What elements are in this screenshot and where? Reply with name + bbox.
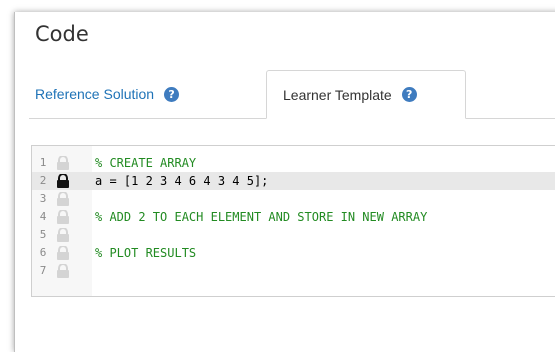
line-number: 2 xyxy=(39,174,47,187)
unlock-icon[interactable] xyxy=(55,209,71,224)
code-line[interactable]: 6 % PLOT RESULTS xyxy=(32,244,555,262)
panel-title: Code xyxy=(35,22,89,46)
tab-reference-solution-label: Reference Solution xyxy=(35,86,155,102)
line-number: 4 xyxy=(39,210,47,223)
unlock-icon[interactable] xyxy=(55,245,71,260)
line-number: 7 xyxy=(39,264,47,277)
code-line[interactable]: 3 xyxy=(32,190,555,208)
code-line[interactable]: 2 a = [1 2 3 4 6 4 3 4 5]; xyxy=(32,172,555,190)
code-line[interactable]: 7 xyxy=(32,262,555,280)
line-number: 3 xyxy=(39,192,47,205)
unlock-icon[interactable] xyxy=(55,227,71,242)
tab-learner-template-label: Learner Template xyxy=(283,86,392,103)
code-text: % CREATE ARRAY xyxy=(95,156,197,170)
code-editor[interactable]: 1 % CREATE ARRAY 2 a = [1 2 3 4 6 4 3 4 5];… xyxy=(31,145,555,297)
line-number: 6 xyxy=(39,246,47,259)
code-panel: Code Reference Solution ? Learner Templa… xyxy=(14,12,555,352)
line-number: 1 xyxy=(39,156,47,169)
tab-learner-template[interactable]: Learner Template ? xyxy=(266,70,466,119)
tab-reference-solution[interactable]: Reference Solution ? xyxy=(35,70,180,118)
line-number: 5 xyxy=(39,228,47,241)
unlock-icon[interactable] xyxy=(55,191,71,206)
code-line[interactable]: 5 xyxy=(32,226,555,244)
lock-icon[interactable] xyxy=(55,173,71,188)
code-text: % ADD 2 TO EACH ELEMENT AND STORE IN NEW… xyxy=(95,210,428,224)
code-line[interactable]: 4 % ADD 2 TO EACH ELEMENT AND STORE IN NE… xyxy=(32,208,555,226)
code-line[interactable]: 1 % CREATE ARRAY xyxy=(32,154,555,172)
help-icon[interactable]: ? xyxy=(401,87,417,102)
tab-bar: Reference Solution ? Learner Template ? xyxy=(29,70,555,119)
unlock-icon[interactable] xyxy=(55,263,71,278)
help-icon[interactable]: ? xyxy=(164,86,180,102)
code-text: % PLOT RESULTS xyxy=(95,246,197,260)
unlock-icon[interactable] xyxy=(55,155,71,170)
code-text: a = [1 2 3 4 6 4 3 4 5]; xyxy=(95,174,269,188)
